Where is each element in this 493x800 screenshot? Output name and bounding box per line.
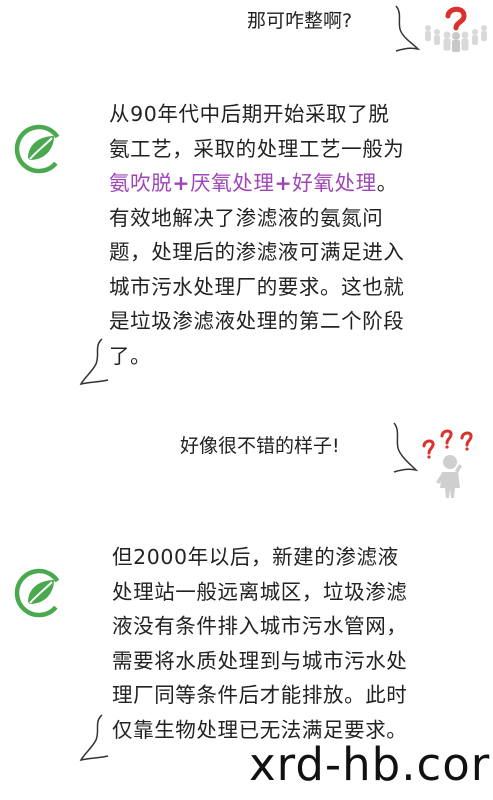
answer-1-line-6: 城市污水处理厂的要求。这也就: [109, 274, 405, 299]
highlight-plus-1: +: [172, 171, 191, 195]
answer-1-line-8: 了。: [109, 343, 152, 368]
speech-tail-left-icon: [79, 338, 109, 386]
message-answer-1: 从90年代中后期开始采取了脱 氨工艺，采取的处理工艺一般为 氨吹脱+厌氧处理+好…: [109, 97, 404, 373]
highlight-ammonia-stripping: 氨吹脱: [109, 171, 173, 195]
leaf-logo-icon: [14, 568, 64, 618]
message-question-1: 那可咋整啊?: [247, 10, 353, 32]
answer-1-line-1: 从90年代中后期开始采取了脱: [109, 102, 390, 126]
question-person-icon: [422, 429, 473, 498]
answer-1-line-2: 氨工艺，采取的处理工艺一般为: [109, 136, 405, 161]
message-question-2: 好像很不错的样子!: [180, 435, 340, 457]
answer-1-line-5: 题，处理后的渗滤液可满足进入: [109, 240, 405, 264]
answer-2-line-3: 液没有条件排入城市污水管网，: [112, 614, 408, 638]
answer-1-highlight-line: 氨吹脱+厌氧处理+好氧处理。: [109, 166, 404, 201]
leaf-logo-icon: [14, 124, 64, 174]
speech-tail-right-icon: [393, 422, 418, 473]
speech-tail-left-icon: [79, 714, 109, 762]
answer-1-line-4: 有效地解决了渗滤液的氨氮问: [109, 205, 384, 230]
speech-tail-right-icon: [395, 5, 420, 52]
answer-2-line-2: 处理站一般远离城区，垃圾渗滤: [112, 579, 408, 604]
highlight-aerobic: 好氧处理: [292, 171, 377, 195]
highlight-period: 。: [376, 171, 398, 195]
question-crowd-icon: [425, 6, 487, 52]
highlight-plus-2: +: [274, 171, 293, 195]
answer-2-line-1: 但2000年以后，新建的渗滤液: [112, 545, 399, 569]
answer-1-line-7: 是垃圾渗滤液处理的第二个阶段: [109, 309, 405, 333]
highlight-anaerobic: 厌氧处理: [190, 171, 275, 195]
message-answer-2: 但2000年以后，新建的渗滤液 处理站一般远离城区，垃圾渗滤 液没有条件排入城市…: [112, 540, 407, 747]
answer-2-line-5: 理厂同等条件后才能排放。此时: [112, 683, 408, 707]
answer-2-line-4: 需要将水质处理到与城市污水处: [112, 648, 408, 673]
watermark-text: xrd-hb.cor: [249, 740, 491, 790]
